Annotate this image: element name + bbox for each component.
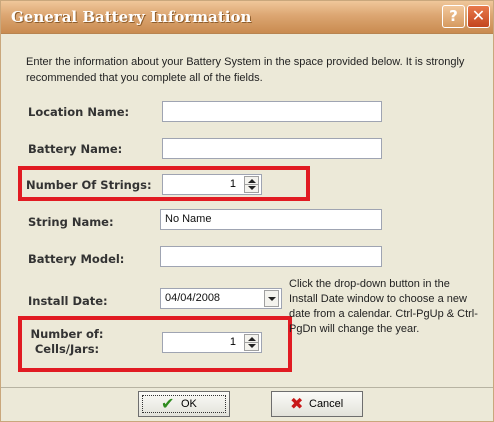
chevron-down-icon[interactable] [264, 290, 279, 307]
cancel-label: Cancel [309, 398, 344, 410]
spin-buttons[interactable] [244, 176, 259, 193]
spin-down-icon[interactable] [248, 186, 256, 190]
location-name-label: Location Name: [28, 105, 130, 119]
instructions-text: Enter the information about your Battery… [26, 56, 465, 84]
cells-jars-label-line1: Number of: [30, 327, 104, 341]
number-of-strings-label: Number Of Strings: [26, 178, 152, 192]
close-icon: ✕ [471, 6, 486, 25]
x-icon: ✖ [290, 394, 304, 413]
install-date-value: 04/04/2008 [165, 292, 221, 304]
battery-name-label: Battery Name: [28, 142, 123, 156]
window-title: General Battery Information [11, 8, 252, 26]
ok-label: OK [181, 398, 197, 410]
battery-name-input[interactable] [162, 138, 382, 159]
cancel-button[interactable]: ✖ Cancel [271, 391, 363, 417]
string-name-input[interactable]: No Name [160, 209, 382, 230]
number-of-strings-value: 1 [229, 178, 236, 190]
battery-model-label: Battery Model: [28, 252, 125, 266]
help-icon: ? [449, 7, 458, 25]
number-of-strings-stepper[interactable]: 1 [162, 174, 262, 195]
spin-down-icon[interactable] [248, 344, 256, 348]
install-date-picker[interactable]: 04/04/2008 [160, 288, 282, 309]
spin-up-icon[interactable] [248, 179, 256, 183]
dialog-window: General Battery Information ? ✕ Enter th… [0, 0, 494, 422]
close-button[interactable]: ✕ [467, 5, 490, 28]
install-date-hint: Click the drop-down button in the Instal… [289, 278, 478, 335]
cells-jars-value: 1 [229, 336, 236, 348]
cells-jars-stepper[interactable]: 1 [162, 332, 262, 353]
spin-buttons[interactable] [244, 334, 259, 351]
checkmark-icon: ✔ [161, 394, 175, 413]
location-name-input[interactable] [162, 101, 382, 122]
cells-jars-label: Number of: Cells/Jars: [28, 327, 106, 357]
button-separator [1, 387, 493, 388]
help-button[interactable]: ? [442, 5, 465, 28]
battery-model-input[interactable] [160, 246, 382, 267]
spin-up-icon[interactable] [248, 337, 256, 341]
string-name-label: String Name: [28, 215, 114, 229]
title-bar[interactable]: General Battery Information ? ✕ [1, 1, 493, 34]
cells-jars-label-line2: Cells/Jars: [34, 342, 100, 356]
install-date-label: Install Date: [28, 294, 108, 308]
ok-button[interactable]: ✔ OK [138, 391, 230, 417]
